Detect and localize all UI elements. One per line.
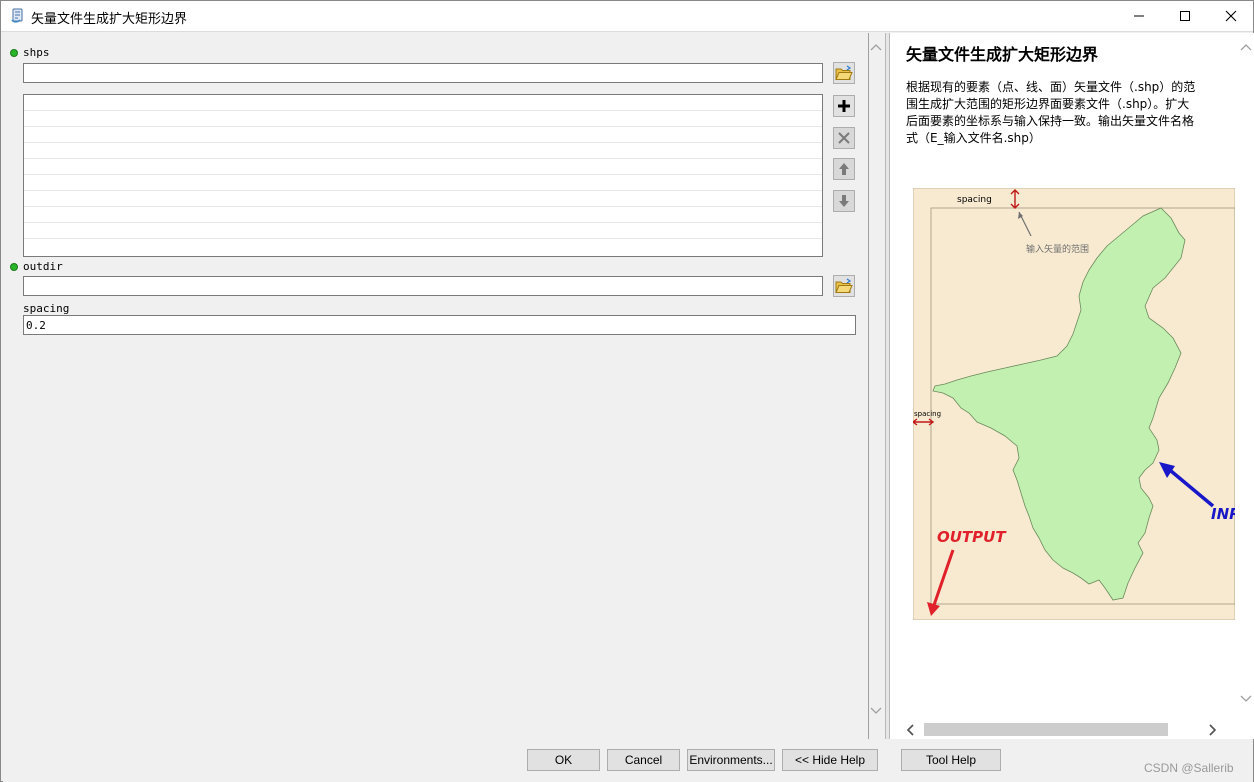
cancel-button[interactable]: Cancel	[607, 749, 680, 771]
list-row[interactable]	[24, 223, 822, 239]
plus-icon	[838, 100, 850, 112]
minimize-icon	[1134, 15, 1144, 17]
outdir-label: outdir	[23, 260, 63, 273]
dialog-window: 矢量文件生成扩大矩形边界 shps outdir spacing 0.2 矢量文…	[0, 0, 1254, 782]
arrow-down-icon	[839, 195, 849, 207]
help-desc-line: 根据现有的要素（点、线、面）矢量文件（.shp）的范	[906, 80, 1196, 94]
help-desc-line: 围生成扩大范围的矩形边界面要素文件（.shp）。扩大	[906, 97, 1190, 111]
chevron-up-icon	[870, 44, 882, 51]
spacing-label: spacing	[23, 302, 70, 315]
output-label: OUTPUT	[937, 528, 1007, 546]
browse-shps-button[interactable]	[833, 62, 855, 84]
shps-label: shps	[23, 46, 50, 59]
scrollbar-thumb[interactable]	[924, 723, 1168, 736]
shps-input[interactable]	[23, 63, 823, 83]
chevron-up-icon	[1240, 44, 1252, 51]
environments-button[interactable]: Environments...	[687, 749, 775, 771]
input-extent-label: 输入矢量的范围	[1026, 243, 1089, 255]
chevron-right-icon	[1209, 724, 1217, 736]
chevron-down-icon	[1240, 695, 1252, 702]
help-description: 根据现有的要素（点、线、面）矢量文件（.shp）的范 围生成扩大范围的矩形边界面…	[906, 79, 1220, 147]
remove-item-button[interactable]	[833, 127, 855, 149]
title-bar: 矢量文件生成扩大矩形边界	[1, 1, 1253, 32]
list-row[interactable]	[24, 191, 822, 207]
arrow-up-icon	[839, 163, 849, 175]
browse-outdir-button[interactable]	[833, 275, 855, 297]
help-horizontal-scrollbar[interactable]	[890, 720, 1237, 738]
open-folder-icon	[835, 278, 853, 293]
spacing-left-label: spacing	[914, 410, 941, 418]
help-desc-line: 式（E_输入文件名.shp）	[906, 131, 1041, 145]
chevron-down-icon	[870, 707, 882, 714]
ok-button[interactable]: OK	[527, 749, 600, 771]
close-button[interactable]	[1208, 1, 1254, 31]
move-down-button[interactable]	[833, 190, 855, 212]
list-row[interactable]	[24, 143, 822, 159]
move-up-button[interactable]	[833, 158, 855, 180]
list-row[interactable]	[24, 95, 822, 111]
tool-help-button[interactable]: Tool Help	[901, 749, 1001, 771]
input-label: INPUT	[1211, 505, 1235, 523]
outdir-input[interactable]	[23, 276, 823, 296]
maximize-button[interactable]	[1162, 1, 1208, 31]
open-folder-icon	[835, 65, 853, 80]
required-indicator-icon	[10, 49, 18, 57]
spacing-input[interactable]: 0.2	[23, 315, 856, 335]
help-title: 矢量文件生成扩大矩形边界	[906, 45, 1099, 64]
watermark-text: CSDN @Sallerib	[1144, 761, 1234, 775]
window-title: 矢量文件生成扩大矩形边界	[31, 12, 188, 27]
close-icon	[1225, 10, 1237, 22]
list-row[interactable]	[24, 207, 822, 223]
list-row[interactable]	[24, 175, 822, 191]
list-row[interactable]	[24, 159, 822, 175]
help-desc-line: 后面要素的坐标系与输入保持一致。输出矢量文件名格	[906, 114, 1195, 128]
shps-list[interactable]	[23, 94, 823, 257]
chevron-left-icon	[906, 724, 914, 736]
minimize-button[interactable]	[1116, 1, 1162, 31]
help-illustration: spacing 输入矢量的范围 spacing OUTPUT INPUT	[913, 188, 1235, 620]
delete-x-icon	[838, 132, 850, 144]
list-row[interactable]	[24, 127, 822, 143]
python-script-icon	[10, 8, 26, 24]
add-item-button[interactable]	[833, 95, 855, 117]
params-scrollbar[interactable]	[867, 35, 885, 735]
help-vertical-scrollbar[interactable]	[1237, 35, 1254, 719]
spacing-top-label: spacing	[957, 195, 992, 205]
list-row[interactable]	[24, 111, 822, 127]
maximize-icon	[1180, 11, 1190, 21]
required-indicator-icon	[10, 263, 18, 271]
hide-help-button[interactable]: << Hide Help	[782, 749, 878, 771]
